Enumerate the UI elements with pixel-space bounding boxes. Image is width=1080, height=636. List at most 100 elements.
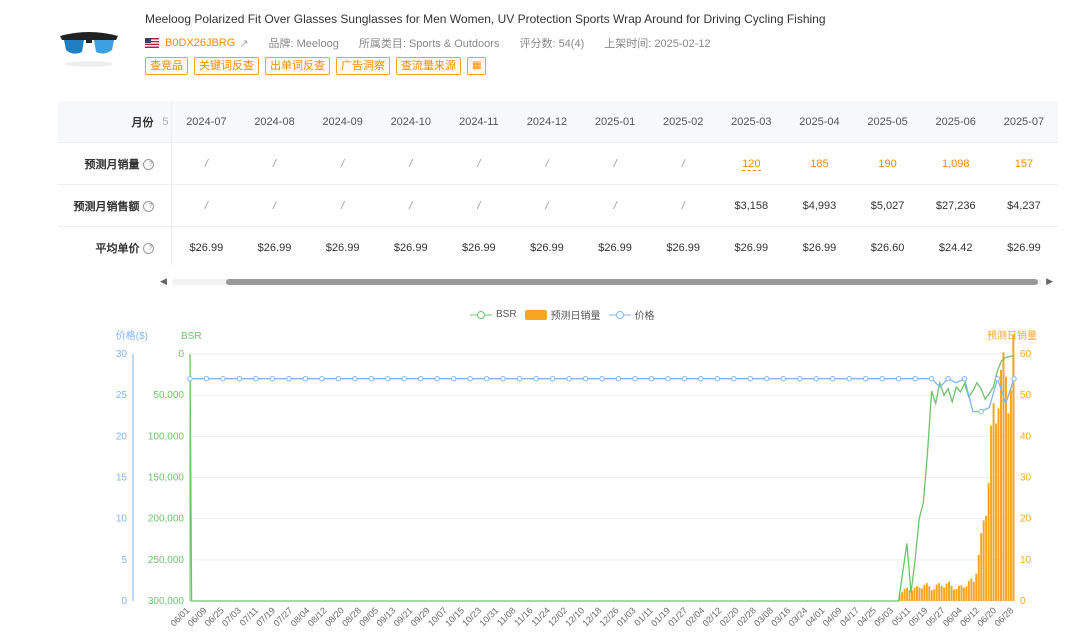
table-cell: $26.99 [989,226,1058,265]
scroll-left-arrow-icon[interactable]: ◀ [160,276,167,287]
month-col: 2025-04 [785,101,854,143]
month-col: 2024-12 [512,101,582,143]
bsr-tick-label: 50,000 [153,390,184,401]
scroll-right-arrow-icon[interactable]: ▶ [1046,276,1053,287]
month-header: 月份 [58,101,160,143]
month-col: 2025-02 [649,101,718,143]
asin-link[interactable]: B0DX26JBRG [165,37,235,49]
external-link-icon[interactable]: ↗ [239,37,248,50]
line-marker-icon [608,310,631,319]
table-cell: $26.60 [853,226,922,265]
table-cell[interactable]: 120 [717,142,786,185]
sales-tick-label: 50 [1020,390,1032,401]
sales-bar [950,585,953,601]
sales-bar [992,403,995,601]
table-cell: $26.99 [717,226,786,265]
sales-bar [915,586,918,601]
sales-bar [928,586,931,601]
legend-sales[interactable]: 预测日销量 [524,307,601,322]
x-tick-label: 05/03 [872,605,895,628]
help-icon[interactable]: ? [142,243,154,255]
table-cell: $27,236 [921,184,990,227]
category-label: 所属类目: Sports & Outdoors [358,38,500,50]
table-cell: $4,993 [785,184,854,227]
legend-sales-label: 预测日销量 [550,311,601,322]
action-tags: 查竞品 关键词反查 出单词反查 广告洞察 查流量来源 ▦ [145,57,487,75]
table-cell: $26.99 [581,226,650,265]
table-cell: / [512,142,582,185]
price-point [681,376,688,382]
sales-bar [990,425,993,601]
x-tick-label: 06/28 [992,605,1015,628]
table-icon[interactable]: ▦ [467,57,487,75]
sales-bar [1002,352,1005,601]
table-cell: $26.99 [649,226,718,265]
sales-bar [1009,389,1012,601]
price-tick-label: 25 [116,390,128,401]
sales-bar [972,581,975,601]
sales-bar [953,589,956,601]
sales-bar [913,587,916,601]
sales-tick-label: 60 [1020,349,1032,360]
help-icon[interactable]: ? [142,201,154,213]
sales-bar [948,581,951,601]
price-point [862,376,869,382]
price-point [632,376,638,382]
bsr-tick-label: 300,000 [148,596,185,607]
price-point [450,376,457,382]
price-point [302,376,309,382]
table-cell: $26.99 [785,226,854,265]
price-point [269,376,276,382]
product-title[interactable]: Meeloog Polarized Fit Over Glasses Sungl… [145,12,826,26]
price-point [928,376,935,382]
table-cell: 190 [853,142,922,185]
price-point [253,376,259,382]
price-point [352,376,358,382]
bsr-tick-label: 100,000 [148,431,185,442]
sales-bar [908,590,911,601]
table-cell: $26.99 [376,226,445,265]
sales-tick-label: 0 [1020,596,1026,607]
price-point [1011,376,1017,382]
help-icon[interactable]: ? [142,159,154,171]
price-point [418,376,424,382]
price-point [220,376,226,382]
sales-bar [930,590,933,601]
table-cell: $26.99 [444,226,513,265]
table-row: 平均单价? $26.99 $26.99 $26.99 $26.99 $26.99… [58,226,1058,265]
partial-column: 5 [159,101,173,143]
price-point [846,376,852,382]
brand-label: 品牌: Meeloog [268,38,339,50]
product-thumbnail[interactable] [56,18,122,70]
price-tick-label: 15 [116,473,128,484]
table-cell: $24.42 [921,226,990,265]
sales-bar [995,423,998,601]
tag-order-keyword[interactable]: 出单词反查 [265,57,330,75]
sales-bar [918,587,921,601]
price-point [961,376,968,382]
table-cell: $3,158 [717,184,786,227]
tag-ad-insight[interactable]: 广告洞察 [336,57,390,75]
bsr-tick-label: 250,000 [148,555,185,566]
table-horizontal-scrollbar[interactable]: ◀ ▶ [160,276,1053,288]
price-point [945,376,951,382]
table-cell: / [308,142,377,185]
table-cell: 1,098 [921,142,990,185]
legend-bsr[interactable]: BSR [470,309,517,320]
bsr-axis-title: BSR [181,331,202,342]
price-point [467,376,473,382]
price-point [764,376,770,382]
table-cell: $26.99 [240,226,309,265]
sales-bar [977,554,980,601]
scroll-thumb[interactable] [226,279,1038,285]
price-point [912,376,918,382]
price-tick-label: 30 [116,349,128,360]
tag-keyword-reverse[interactable]: 关键词反查 [194,57,259,75]
table-cell: / [376,142,445,185]
legend-price[interactable]: 价格 [608,307,655,322]
price-point [533,376,539,382]
sales-bar [945,583,948,601]
tag-traffic-source[interactable]: 查流量来源 [396,57,461,75]
tag-competitor[interactable]: 查竞品 [145,57,188,75]
sales-bar [982,520,985,601]
